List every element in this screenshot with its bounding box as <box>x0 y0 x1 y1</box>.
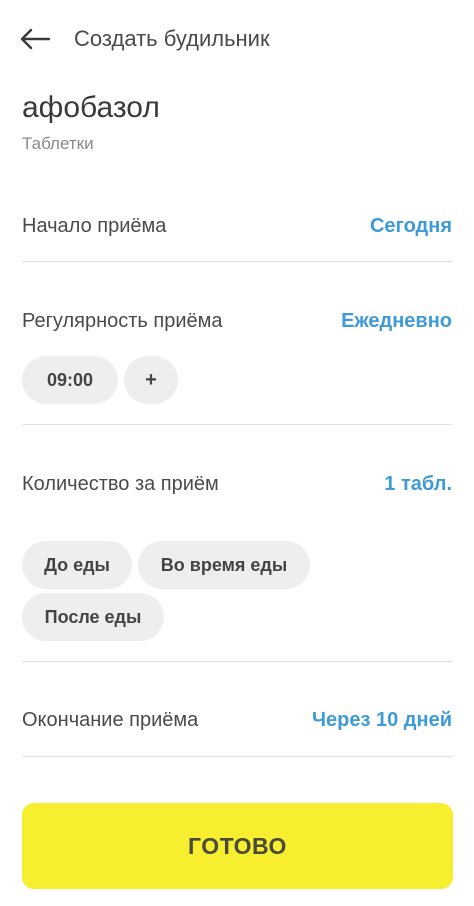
dose-value[interactable]: 1 табл. <box>384 468 452 500</box>
dose-row: Количество за приём 1 табл. <box>22 468 452 500</box>
meal-option-before[interactable]: До еды <box>22 541 132 589</box>
add-time-button[interactable]: + <box>124 356 178 404</box>
end-label: Окончание приёма <box>22 709 199 731</box>
start-value[interactable]: Сегодня <box>370 210 452 242</box>
start-label: Начало приёма <box>22 215 167 237</box>
header: Создать будильник <box>0 0 474 78</box>
medicine-type: Таблетки <box>22 134 94 153</box>
regularity-label: Регулярность приёма <box>22 310 223 332</box>
divider <box>22 424 452 425</box>
arrow-left-icon <box>20 28 51 50</box>
regularity-value[interactable]: Ежедневно <box>341 305 452 337</box>
regularity-row: Регулярность приёма Ежедневно <box>22 305 452 337</box>
done-button[interactable]: ГОТОВО <box>22 803 453 889</box>
medicine-name: афобазол <box>22 91 160 124</box>
meal-option-during[interactable]: Во время еды <box>138 541 310 589</box>
meal-option-after[interactable]: После еды <box>22 593 164 641</box>
end-row: Окончание приёма Через 10 дней <box>22 704 452 736</box>
create-alarm-screen: Создать будильник афобазол Таблетки Нача… <box>0 0 474 906</box>
divider <box>22 261 452 262</box>
time-chip[interactable]: 09:00 <box>22 356 118 404</box>
dose-label: Количество за приём <box>22 473 219 495</box>
back-button[interactable] <box>14 20 56 58</box>
end-value[interactable]: Через 10 дней <box>312 704 452 736</box>
divider <box>22 756 452 757</box>
divider <box>22 661 452 662</box>
page-title: Создать будильник <box>74 26 270 51</box>
start-row: Начало приёма Сегодня <box>22 210 452 242</box>
